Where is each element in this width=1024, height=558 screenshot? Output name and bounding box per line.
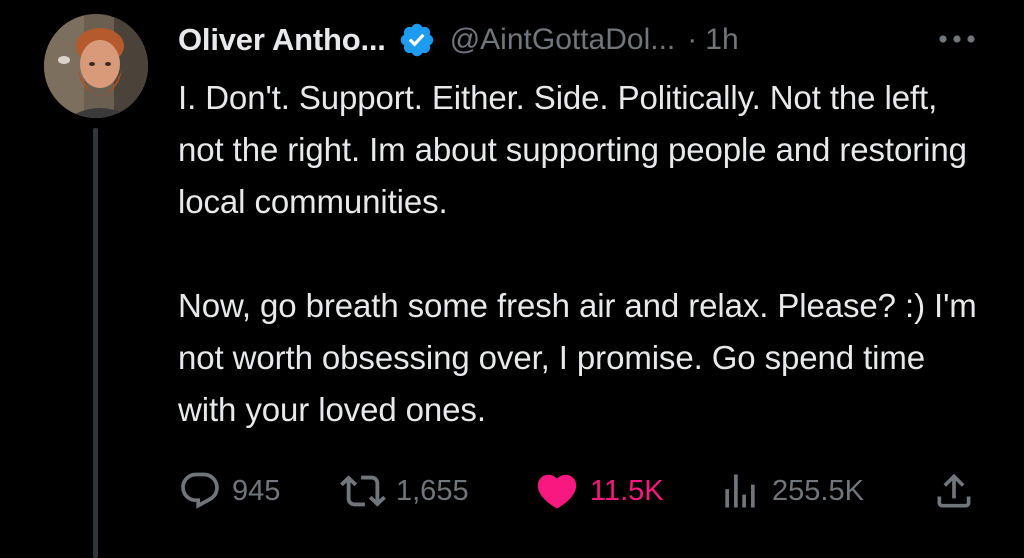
- tweet-paragraph: Now, go breath some fresh air and relax.…: [178, 287, 977, 428]
- views-count: 255.5K: [772, 474, 864, 507]
- views-bar-chart-icon: [718, 469, 762, 513]
- avatar[interactable]: [44, 14, 148, 118]
- tweet-timestamp[interactable]: 1h: [705, 23, 738, 57]
- views-button[interactable]: 255.5K: [718, 466, 864, 516]
- avatar-photo: [44, 14, 148, 118]
- action-bar: 945 1,655 11.5K 255.5K: [178, 466, 978, 516]
- separator-dot: ·: [687, 23, 698, 56]
- reply-count: 945: [232, 474, 281, 507]
- more-horizontal-icon[interactable]: [932, 24, 982, 54]
- author-name[interactable]: Oliver Antho...: [178, 22, 386, 58]
- thread-line: [93, 128, 98, 558]
- tweet: Oliver Antho... @AintGottaDol... · 1h I.…: [0, 0, 1024, 558]
- like-count: 11.5K: [590, 474, 664, 507]
- tweet-text: I. Don't. Support. Either. Side. Politic…: [178, 72, 978, 436]
- retweet-button[interactable]: 1,655: [340, 466, 469, 516]
- author-handle[interactable]: @AintGottaDol...: [450, 23, 676, 57]
- retweet-count: 1,655: [396, 474, 469, 507]
- share-button[interactable]: [932, 466, 976, 516]
- tweet-header: Oliver Antho... @AintGottaDol... · 1h: [178, 18, 739, 62]
- retweet-icon: [340, 468, 386, 514]
- verified-badge-icon: [398, 21, 436, 59]
- like-button[interactable]: 11.5K: [534, 466, 664, 516]
- share-upload-icon: [932, 469, 976, 513]
- heart-filled-icon: [534, 468, 580, 514]
- reply-bubble-icon: [178, 469, 222, 513]
- tweet-paragraph: I. Don't. Support. Either. Side. Politic…: [178, 79, 967, 220]
- reply-button[interactable]: 945: [178, 466, 280, 516]
